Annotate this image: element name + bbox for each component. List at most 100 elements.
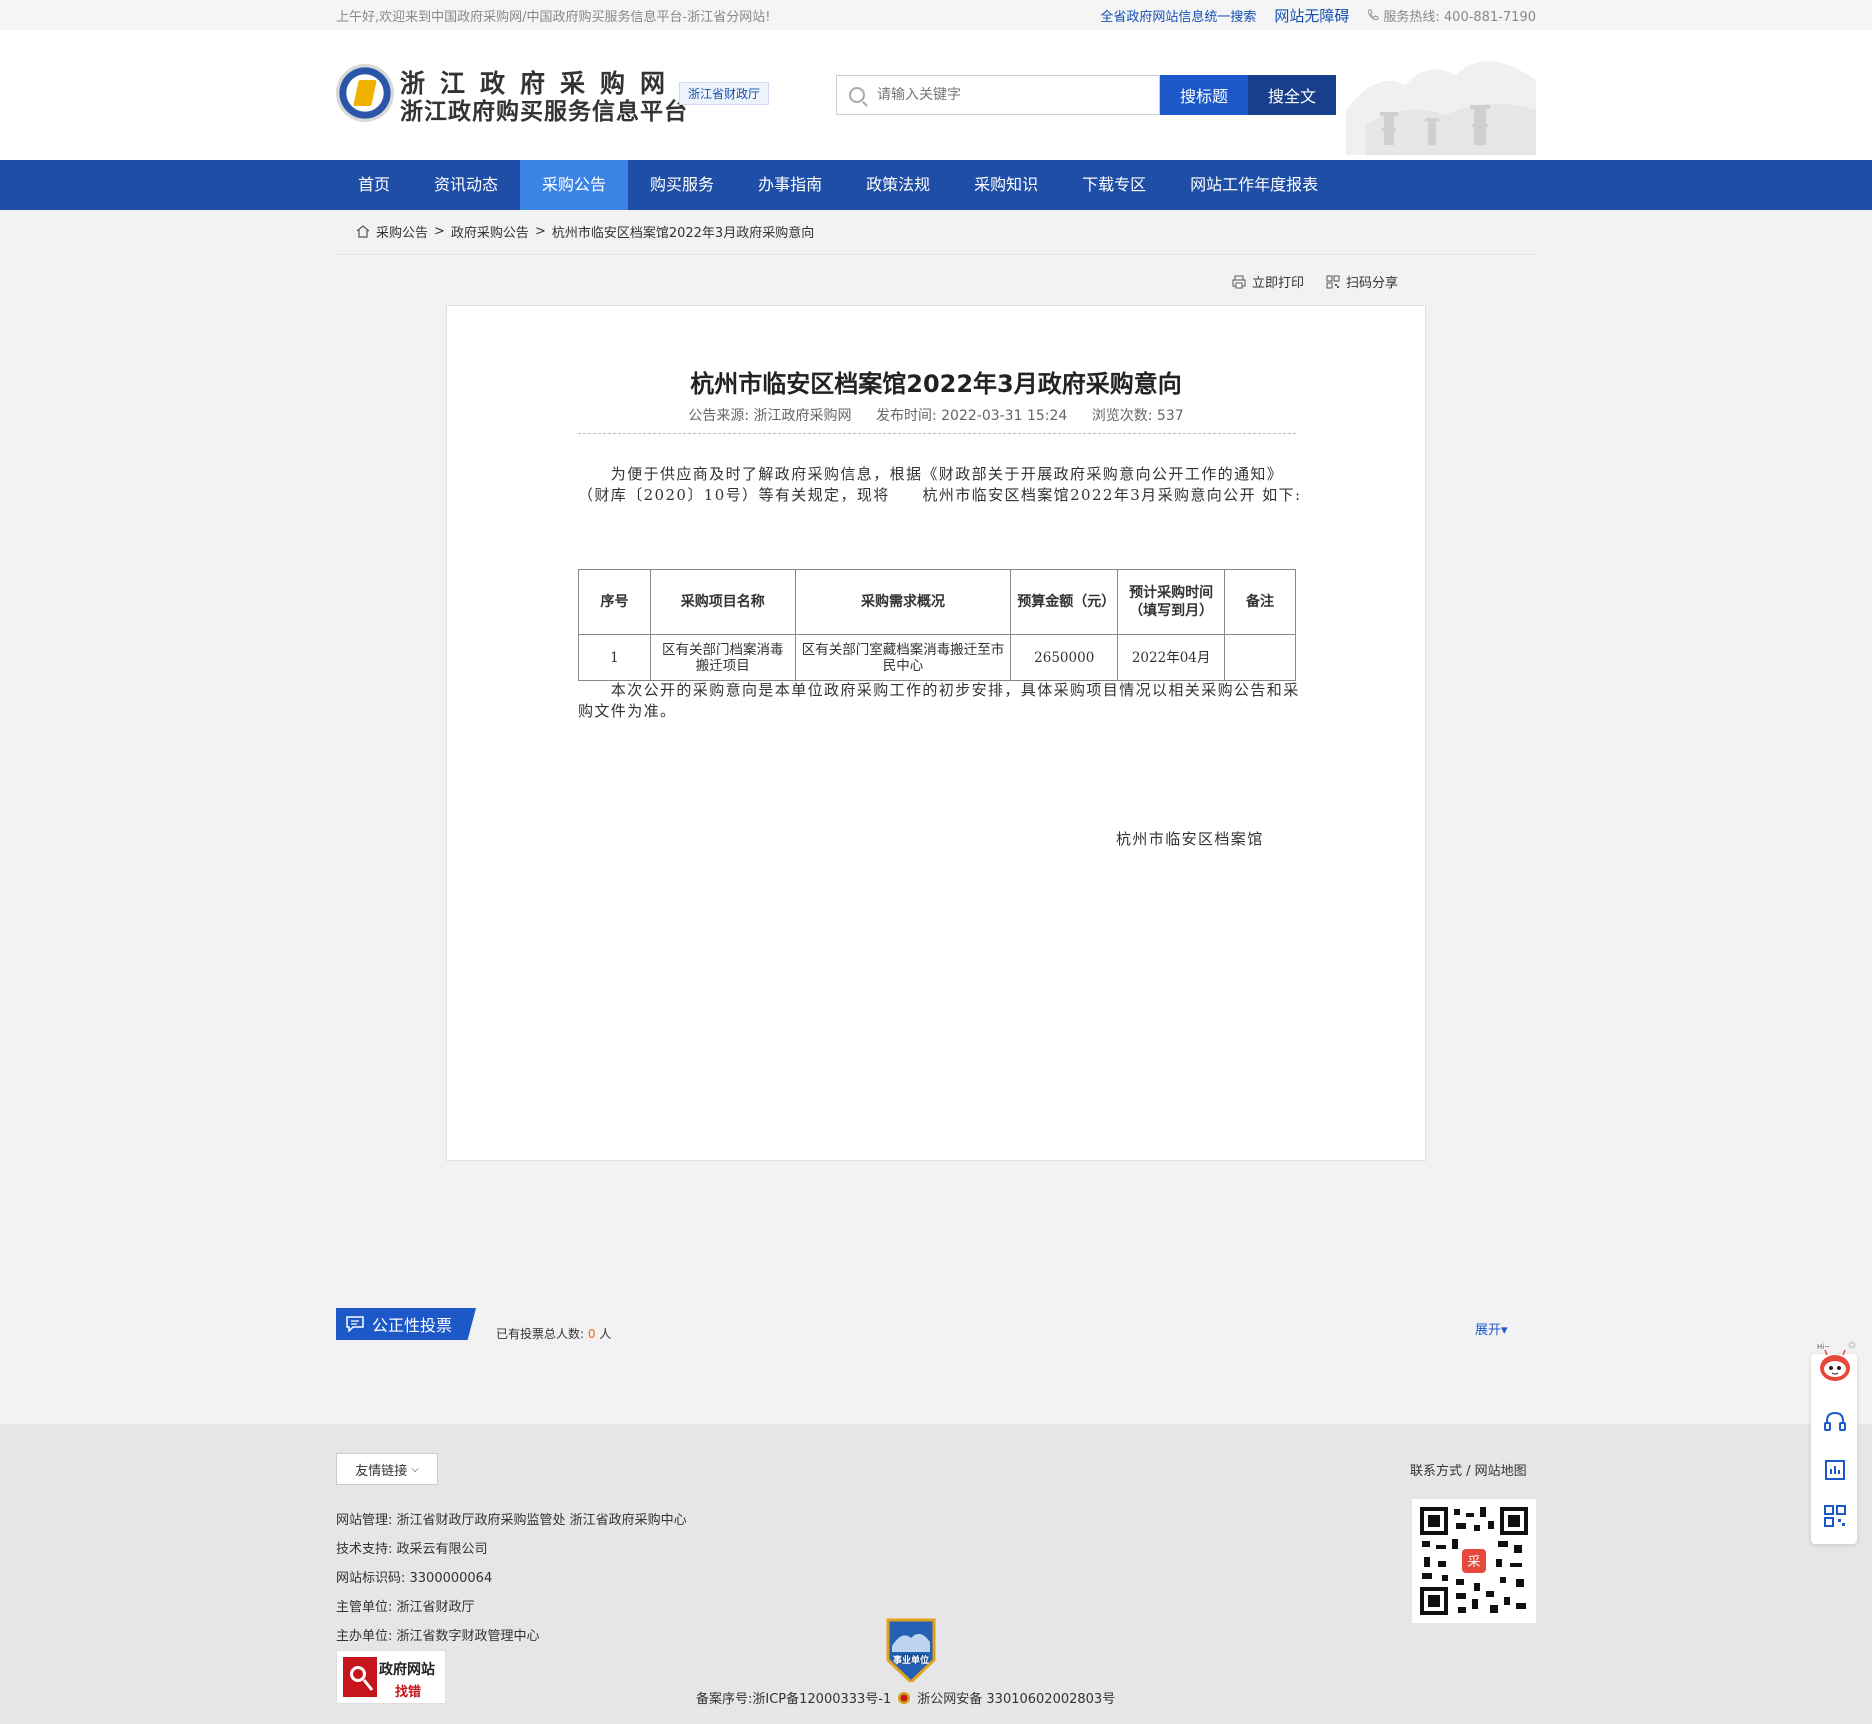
nav-item-procurement-notice[interactable]: 采购公告 [520, 160, 629, 210]
procurement-table: 序号 采购项目名称 采购需求概况 预算金额（元） 预计采购时间（填写到月） 备注… [578, 569, 1296, 681]
phone-icon [1368, 9, 1379, 21]
table-header: 采购需求概况 [794, 569, 1012, 635]
footer-site-id: 网站标识码: 3300000064 [336, 1571, 493, 1586]
site-search-link[interactable]: 全省政府网站信息统一搜索 [1100, 6, 1256, 25]
print-label: 立即打印 [1252, 276, 1305, 291]
article-intro-paragraph: 为便于供应商及时了解政府采购信息，根据《财政部关于开展政府采购意向公开工作的通知… [578, 465, 1302, 504]
table-header: 预算金额（元） [1010, 569, 1119, 635]
article-source: 公告来源: 浙江政府采购网 [688, 408, 852, 424]
fairness-vote-badge: 公正性投票 [336, 1308, 476, 1340]
error-badge-line2: 找错 [395, 1685, 422, 1700]
article-signature: 杭州市临安区档案馆 [1116, 830, 1264, 848]
chevron-down-icon: ⌵ [411, 1463, 419, 1475]
table-cell [1224, 634, 1296, 681]
search-input[interactable] [875, 86, 1149, 104]
caret-down-icon: ▾ [1501, 1323, 1508, 1338]
table-cell: 1 [578, 634, 651, 681]
qr-code-image: 采 [1418, 1505, 1530, 1617]
icp-record: 备案序号:浙ICP备12000333号-1 浙公网安备 330106020028… [696, 1688, 1115, 1707]
vote-count-unit: 人 [599, 1327, 612, 1341]
site-subtitle: 浙江政府购买服务信息平台 [400, 99, 688, 125]
table-row: 1 区有关部门档案消毒搬迁项目 区有关部门室藏档案消毒搬迁至市民中心 26500… [578, 634, 1296, 681]
search-title-button[interactable]: 搜标题 [1160, 75, 1248, 115]
article-panel: 杭州市临安区档案馆2022年3月政府采购意向 公告来源: 浙江政府采购网 发布时… [446, 305, 1426, 1161]
nav-item-news[interactable]: 资讯动态 [412, 160, 520, 210]
print-button[interactable]: 立即打印 [1232, 272, 1304, 291]
table-header: 预计采购时间（填写到月） [1117, 569, 1226, 635]
nav-item-home[interactable]: 首页 [336, 160, 412, 210]
nav-item-purchase-service[interactable]: 购买服务 [628, 160, 736, 210]
table-header: 备注 [1224, 569, 1296, 635]
qr-code-icon[interactable] [1823, 1504, 1847, 1528]
wechat-qr-code: 采 [1412, 1499, 1536, 1623]
article-title: 杭州市临安区档案馆2022年3月政府采购意向 [690, 370, 1182, 398]
article-meta: 公告来源: 浙江政府采购网 发布时间: 2022-03-31 15:24 浏览次… [447, 405, 1425, 425]
divider [336, 254, 1536, 255]
magnifier-icon [343, 1657, 377, 1697]
expand-label: 展开 [1475, 1323, 1502, 1338]
public-institution-badge[interactable] [884, 1616, 938, 1682]
contact-sitemap-links[interactable]: 联系方式 / 网站地图 [1410, 1460, 1527, 1479]
site-logo-emblem[interactable] [336, 64, 394, 122]
article-tools: 立即打印 扫码分享 [1232, 272, 1398, 291]
footer-supervisor: 主管单位: 浙江省财政厅 [336, 1600, 475, 1615]
breadcrumb-item[interactable]: 采购公告 [376, 222, 428, 241]
table-header: 采购项目名称 [649, 569, 796, 635]
shiye-label: 事业单位 [892, 1656, 929, 1666]
gov-site-error-report[interactable]: 政府网站 找错 [336, 1650, 446, 1704]
hotline-text: 服务热线: 400-881-7190 [1383, 9, 1536, 25]
home-icon[interactable] [356, 225, 370, 238]
error-badge-line1: 政府网站 [379, 1662, 435, 1678]
search-fulltext-button[interactable]: 搜全文 [1248, 75, 1336, 115]
footer-host: 主办单位: 浙江省数字财政管理中心 [336, 1629, 540, 1644]
headset-icon[interactable] [1823, 1410, 1847, 1434]
vote-count-label: 已有投票总人数: [496, 1327, 585, 1341]
vote-label: 公正性投票 [372, 1316, 453, 1335]
assistant-robot-icon[interactable]: Hi~ [1811, 1341, 1859, 1389]
hotline: 服务热线: 400-881-7190 [1367, 6, 1536, 25]
comment-icon [346, 1316, 364, 1332]
vote-count-number: 0 [587, 1327, 596, 1341]
article-published: 发布时间: 2022-03-31 15:24 [875, 408, 1068, 424]
report-chart-icon[interactable] [1823, 1458, 1847, 1482]
pagoda-landscape-decoration [1346, 61, 1536, 155]
robot-hint: Hi~ [1817, 1343, 1830, 1351]
table-cell: 区有关部门档案消毒搬迁项目 [649, 634, 796, 681]
nav-item-guide[interactable]: 办事指南 [736, 160, 844, 210]
top-bar: 上午好,欢迎来到中国政府采购网/中国政府购买服务信息平台-浙江省分网站! 全省政… [0, 0, 1872, 30]
vote-expand-toggle[interactable]: 展开▾ [1475, 1319, 1508, 1338]
police-emblem-icon [898, 1691, 911, 1704]
share-button[interactable]: 扫码分享 [1326, 272, 1398, 291]
vote-count: 已有投票总人数: 0 人 [496, 1325, 611, 1342]
printer-icon [1232, 275, 1246, 288]
footer-tech-support: 技术支持: 政采云有限公司 [336, 1542, 488, 1557]
nav-item-download[interactable]: 下载专区 [1060, 160, 1168, 210]
welcome-text: 上午好,欢迎来到中国政府采购网/中国政府购买服务信息平台-浙江省分网站! [336, 9, 771, 25]
breadcrumb: 采购公告 > 政府采购公告 > 杭州市临安区档案馆2022年3月政府采购意向 [356, 222, 814, 241]
icp-link[interactable]: 备案序号:浙ICP备12000333号-1 [696, 1688, 891, 1707]
main-nav: 首页 资讯动态 采购公告 购买服务 办事指南 政策法规 采购知识 下载专区 网站… [0, 160, 1872, 210]
nav-item-policy[interactable]: 政策法规 [844, 160, 952, 210]
svg-text:采: 采 [1467, 1555, 1480, 1570]
article-views: 浏览次数: 537 [1091, 408, 1184, 424]
department-badge: 浙江省财政厅 [679, 82, 770, 105]
nav-item-annual-report[interactable]: 网站工作年度报表 [1168, 160, 1340, 210]
nav-item-knowledge[interactable]: 采购知识 [952, 160, 1060, 210]
article-closing-paragraph: 本次公开的采购意向是本单位政府采购工作的初步安排，具体采购项目情况以相关采购公告… [578, 681, 1300, 720]
footer-management: 网站管理: 浙江省财政厅政府采购监管处 浙江省政府采购中心 [336, 1513, 687, 1528]
breadcrumb-item[interactable]: 政府采购公告 [451, 222, 529, 241]
police-record-link[interactable]: 浙公网安备 33010602002803号 [917, 1688, 1115, 1707]
share-label: 扫码分享 [1346, 276, 1399, 291]
header: 浙江政府采购网 浙江政府购买服务信息平台 浙江省财政厅 搜标题 搜全文 [0, 30, 1872, 160]
friend-links-label: 友情链接 [355, 1463, 408, 1479]
search-icon [849, 87, 865, 103]
divider [578, 433, 1296, 434]
breadcrumb-current: 杭州市临安区档案馆2022年3月政府采购意向 [551, 226, 815, 241]
search-box [836, 75, 1160, 115]
friend-links-dropdown[interactable]: 友情链接 ⌵ [336, 1453, 438, 1485]
table-cell: 2022年04月 [1117, 634, 1226, 681]
table-cell: 区有关部门室藏档案消毒搬迁至市民中心 [794, 634, 1012, 681]
table-header: 序号 [578, 569, 651, 635]
qr-code-icon [1326, 275, 1340, 288]
accessibility-link[interactable]: 网站无障碍 [1274, 5, 1349, 26]
